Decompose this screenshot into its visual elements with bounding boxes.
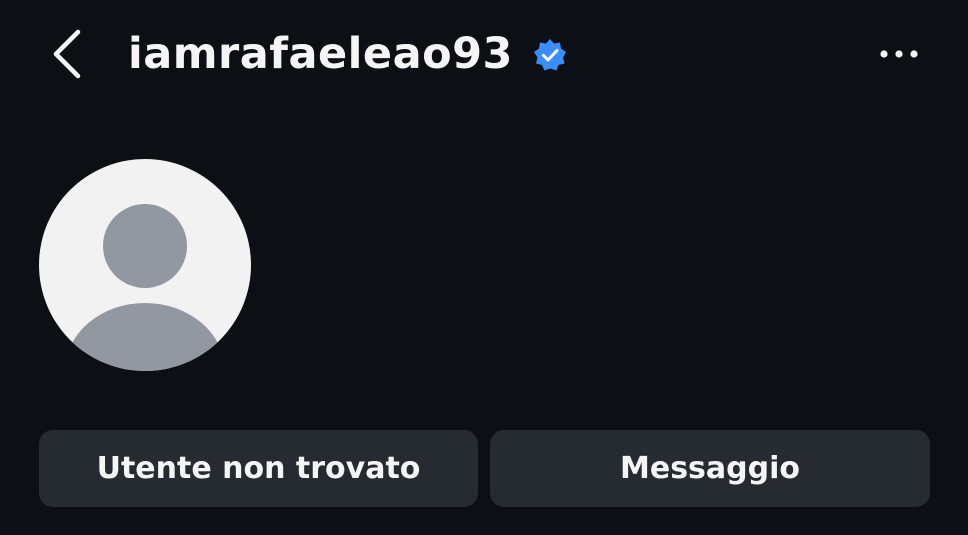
profile-header: iamrafaeleao93 [0, 0, 968, 110]
default-avatar-icon [65, 204, 225, 371]
user-not-found-button[interactable]: Utente non trovato [39, 430, 478, 507]
profile-avatar [39, 159, 251, 371]
message-button[interactable]: Messaggio [490, 430, 930, 507]
back-button[interactable] [44, 24, 92, 84]
more-options-button[interactable] [868, 36, 930, 72]
verified-badge-icon [533, 38, 567, 72]
chevron-left-icon [53, 29, 81, 79]
profile-username: iamrafaeleao93 [128, 29, 513, 79]
more-horizontal-icon [880, 50, 918, 58]
